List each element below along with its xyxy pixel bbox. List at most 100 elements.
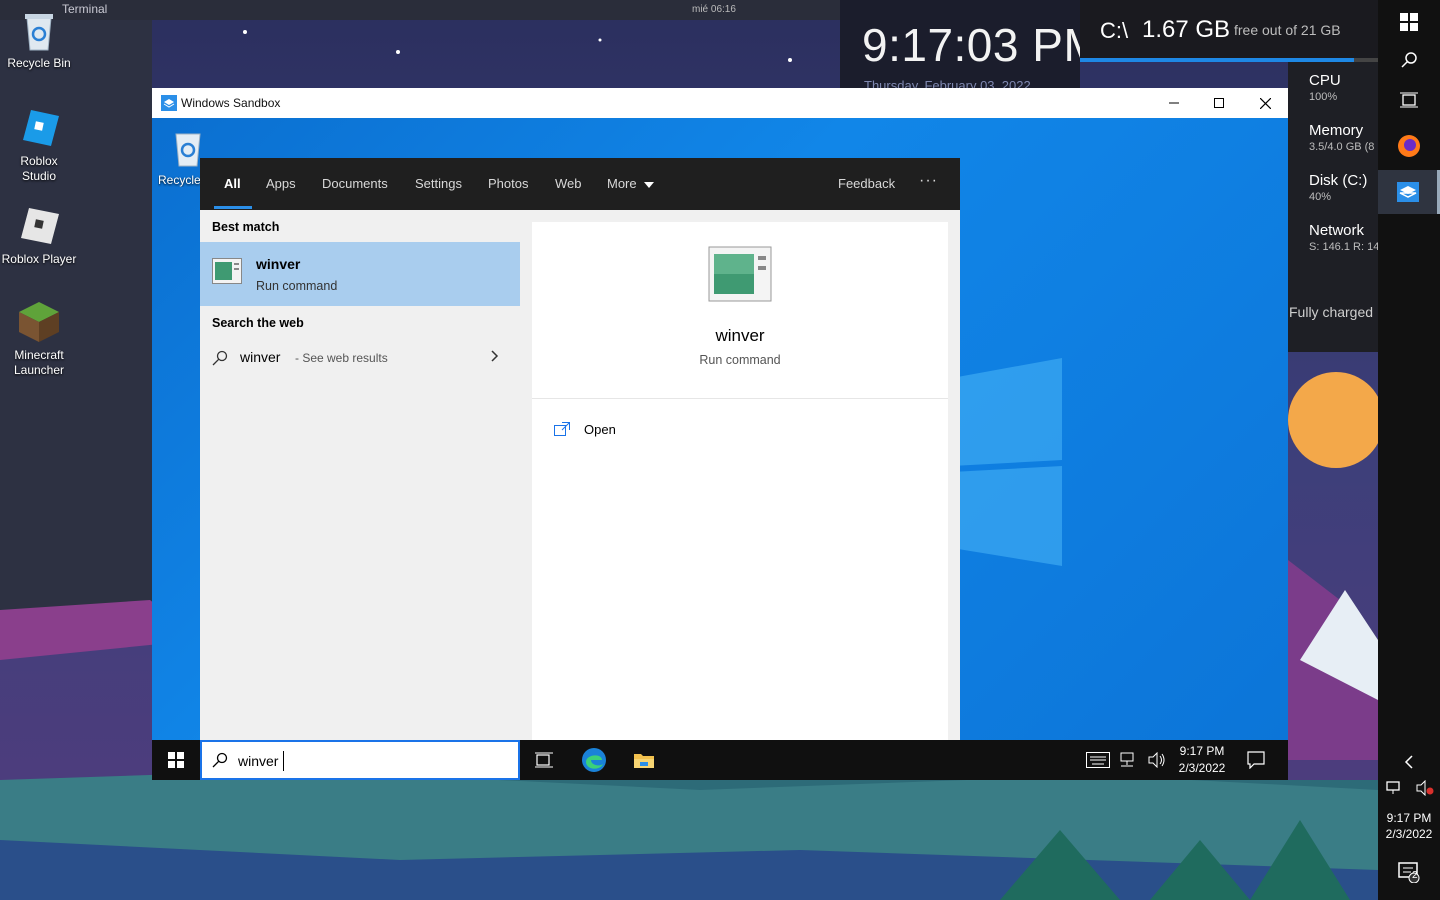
- perf-disk: Disk (C:) 40%: [1309, 172, 1379, 203]
- close-button[interactable]: [1242, 88, 1288, 118]
- volume-tray[interactable]: [1142, 740, 1172, 780]
- tab-all[interactable]: All: [224, 176, 241, 191]
- host-disk-widget: C:\ 1.67 GB free out of 21 GB: [1080, 0, 1378, 62]
- host-sandbox-button[interactable]: [1378, 170, 1440, 214]
- sandbox-icon: [1396, 182, 1419, 202]
- sandbox-title: Windows Sandbox: [181, 96, 281, 110]
- search-icon: [212, 350, 228, 366]
- winver-app-icon: [212, 258, 242, 284]
- tab-apps[interactable]: Apps: [266, 176, 296, 191]
- open-action[interactable]: Open: [552, 418, 752, 442]
- search-web-header: Search the web: [212, 316, 304, 330]
- tab-documents[interactable]: Documents: [322, 176, 388, 191]
- search-filter-tabs: All Apps Documents Settings Photos Web M…: [200, 158, 960, 210]
- tab-settings[interactable]: Settings: [415, 176, 462, 191]
- open-icon: [554, 422, 570, 436]
- action-center-button[interactable]: [1234, 740, 1278, 780]
- task-view-button[interactable]: [522, 740, 566, 780]
- minimize-icon: [1169, 102, 1179, 104]
- volume-icon: [1148, 752, 1165, 768]
- host-firefox-button[interactable]: [1378, 124, 1440, 168]
- close-icon: [1259, 97, 1271, 109]
- host-taskbar: 2: [1378, 0, 1440, 900]
- disk-free-size: 1.67 GB: [1142, 16, 1231, 43]
- search-input[interactable]: [238, 750, 498, 772]
- perf-value: 3.5/4.0 GB (8: [1309, 141, 1375, 153]
- host-icon-label: Minecraft Launcher: [13, 348, 65, 377]
- host-tray-date: 2/3/2022: [1385, 827, 1433, 841]
- sandbox-titlebar[interactable]: Windows Sandbox: [152, 88, 1288, 118]
- best-match-item[interactable]: winver Run command: [200, 242, 520, 306]
- host-icon-label: Recycle Bin: [7, 56, 71, 70]
- disk-path: C:\: [1100, 18, 1129, 43]
- tab-more[interactable]: More: [607, 176, 655, 191]
- sandbox-tray-clock[interactable]: 9:17 PM 2/3/2022: [1172, 743, 1232, 777]
- perf-title: Network: [1309, 222, 1365, 239]
- firefox-icon: [1398, 135, 1420, 157]
- minecraft-icon: [17, 300, 61, 344]
- perf-network: Network S: 146.1 R: 14: [1309, 222, 1379, 253]
- web-result-query: winver: [240, 349, 281, 365]
- host-tray-time: 9:17 PM: [1386, 811, 1432, 825]
- battery-status: Fully charged: [1289, 304, 1374, 320]
- sandbox-app-icon: [161, 95, 177, 111]
- host-recycle-bin[interactable]: Recycle Bin: [0, 8, 78, 71]
- chevron-down-icon: [644, 182, 655, 188]
- host-task-view-button[interactable]: [1378, 78, 1440, 122]
- host-roblox-studio[interactable]: Roblox Studio: [0, 106, 78, 184]
- perf-value: 100%: [1309, 91, 1338, 103]
- keyboard-icon: [1086, 752, 1110, 768]
- host-minecraft-launcher[interactable]: Minecraft Launcher: [0, 300, 78, 378]
- more-options-button[interactable]: ···: [919, 172, 938, 190]
- network-tray[interactable]: [1112, 740, 1142, 780]
- sandbox-taskbar: 9:17 PM 2/3/2022: [152, 740, 1288, 780]
- terminal-clock: mié 06:16: [692, 4, 736, 15]
- perf-value: S: 146.1 R: 14: [1309, 241, 1379, 253]
- file-explorer-button[interactable]: [622, 740, 666, 780]
- host-roblox-player[interactable]: Roblox Player: [0, 204, 78, 267]
- host-volume-tray[interactable]: [1409, 766, 1440, 810]
- search-icon: [212, 752, 228, 768]
- network-icon: [1385, 781, 1400, 794]
- host-icon-label: Roblox Player: [1, 252, 77, 266]
- minimize-button[interactable]: [1151, 88, 1197, 118]
- host-search-button[interactable]: [1378, 38, 1440, 82]
- perf-title: CPU: [1309, 72, 1341, 89]
- perf-value: 40%: [1309, 191, 1332, 203]
- disk-free-text: free out of 21 GB: [1234, 22, 1341, 38]
- host-terminal-topbar: Terminal mié 06:16: [0, 0, 840, 20]
- host-notifications-button[interactable]: 2: [1378, 850, 1440, 894]
- active-tab-indicator: [214, 206, 252, 209]
- host-network-tray[interactable]: [1378, 766, 1409, 810]
- tab-more-label: More: [607, 176, 637, 191]
- sandbox-wallpaper-logo: [952, 358, 1062, 566]
- network-icon: [1120, 752, 1134, 767]
- search-icon: [1401, 52, 1417, 68]
- edge-button[interactable]: [572, 740, 616, 780]
- best-match-name: winver: [256, 256, 301, 272]
- maximize-button[interactable]: [1196, 88, 1242, 118]
- feedback-button[interactable]: Feedback: [838, 176, 895, 191]
- best-match-header: Best match: [212, 220, 280, 234]
- volume-muted-icon: [1416, 780, 1433, 796]
- host-icon-label: Roblox Studio: [20, 154, 58, 183]
- tab-photos[interactable]: Photos: [488, 176, 528, 191]
- tab-web[interactable]: Web: [555, 176, 582, 191]
- maximize-icon: [1214, 98, 1224, 108]
- web-search-result[interactable]: winver - See web results: [200, 342, 520, 374]
- text-cursor: [283, 751, 284, 771]
- sandbox-start-button[interactable]: [152, 740, 200, 780]
- roblox-player-icon: [17, 204, 61, 248]
- detail-divider: [532, 398, 948, 399]
- sandbox-tray-time: 9:17 PM: [1179, 744, 1225, 758]
- start-search-panel: All Apps Documents Settings Photos Web M…: [200, 158, 960, 740]
- sandbox-search-box[interactable]: [200, 740, 520, 780]
- sandbox-tray-date: 2/3/2022: [1178, 761, 1226, 775]
- edge-icon: [582, 748, 606, 772]
- task-view-icon: [1400, 92, 1418, 108]
- chevron-right-icon: [491, 350, 499, 362]
- roblox-studio-icon: [17, 106, 61, 150]
- host-tray-clock[interactable]: 9:17 PM 2/3/2022: [1378, 810, 1440, 842]
- web-result-suffix: - See web results: [295, 351, 388, 365]
- open-action-label: Open: [584, 422, 616, 437]
